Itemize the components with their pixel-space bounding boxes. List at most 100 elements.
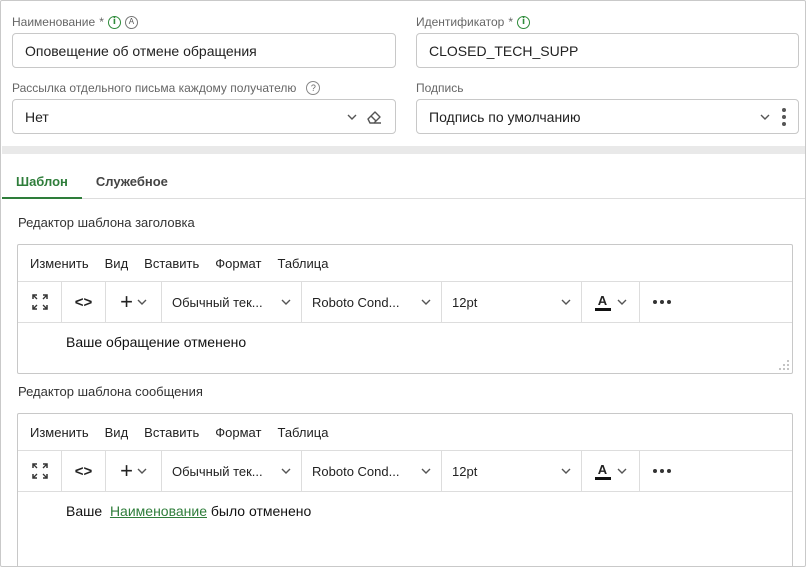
- chevron-down-icon: [561, 468, 571, 474]
- text-color-button[interactable]: A: [582, 282, 640, 322]
- app-window: Наименование * i A Оповещение об отмене …: [0, 0, 806, 567]
- name-input[interactable]: Оповещение об отмене обращения: [12, 33, 396, 68]
- insert-button[interactable]: +: [106, 451, 162, 491]
- required-mark: *: [99, 15, 104, 29]
- tab-template[interactable]: Шаблон: [2, 165, 82, 199]
- paragraph-style-select[interactable]: Обычный тек...: [162, 451, 302, 491]
- chevron-down-icon: [421, 299, 431, 305]
- editor-toolbar: <> + Обычный тек... Roboto Cond... 12pt …: [18, 450, 792, 492]
- code-icon: <>: [74, 462, 93, 480]
- identifier-input[interactable]: CLOSED_TECH_SUPP: [416, 33, 799, 68]
- separate-mail-select[interactable]: Нет: [12, 99, 396, 134]
- fullscreen-icon: [31, 463, 48, 479]
- paragraph-style-value: Обычный тек...: [172, 294, 263, 310]
- font-size-value: 12pt: [452, 294, 478, 310]
- kebab-icon[interactable]: [782, 107, 786, 126]
- font-family-select[interactable]: Roboto Cond...: [302, 451, 442, 491]
- chevron-down-icon: [281, 299, 291, 305]
- message-text-after: было отменено: [210, 503, 312, 519]
- menu-edit[interactable]: Изменить: [22, 425, 97, 440]
- code-icon: <>: [74, 293, 93, 311]
- chevron-down-icon: [137, 299, 147, 305]
- more-button[interactable]: [640, 282, 684, 322]
- text-color-glyph: A: [597, 292, 608, 308]
- source-code-button[interactable]: <>: [62, 282, 106, 322]
- eraser-icon[interactable]: [365, 108, 383, 126]
- header-editor: Изменить Вид Вставить Формат Таблица <> …: [17, 244, 793, 374]
- info-icon[interactable]: i: [107, 15, 121, 29]
- resize-handle-icon[interactable]: [778, 359, 790, 371]
- info-icon[interactable]: i: [517, 15, 531, 29]
- message-text-before: Ваше: [66, 503, 103, 519]
- chevron-down-icon: [617, 468, 626, 474]
- menu-table[interactable]: Таблица: [269, 256, 336, 271]
- name-value: Оповещение об отмене обращения: [25, 42, 257, 59]
- editor-menubar: Изменить Вид Вставить Формат Таблица: [18, 245, 792, 281]
- menu-table[interactable]: Таблица: [269, 425, 336, 440]
- identifier-value: CLOSED_TECH_SUPP: [429, 42, 579, 59]
- menu-view[interactable]: Вид: [97, 256, 137, 271]
- fullscreen-button[interactable]: [18, 282, 62, 322]
- menu-format[interactable]: Формат: [207, 256, 269, 271]
- signature-value: Подпись по умолчанию: [429, 108, 581, 125]
- tab-bar: Шаблон Служебное: [2, 165, 805, 199]
- chevron-down-icon[interactable]: [347, 112, 357, 122]
- signature-select[interactable]: Подпись по умолчанию: [416, 99, 799, 134]
- menu-insert[interactable]: Вставить: [136, 425, 207, 440]
- section-divider: [2, 146, 805, 154]
- font-family-value: Roboto Cond...: [312, 463, 400, 479]
- plus-icon: +: [120, 458, 133, 483]
- identifier-label-text: Идентификатор: [416, 15, 505, 29]
- font-size-select[interactable]: 12pt: [442, 451, 582, 491]
- fullscreen-icon: [31, 294, 48, 310]
- tab-label: Шаблон: [16, 174, 68, 189]
- signature-label: Подпись: [416, 80, 464, 96]
- text-color-glyph: A: [597, 461, 608, 477]
- required-mark: *: [508, 15, 514, 29]
- message-editor-title: Редактор шаблона сообщения: [18, 384, 203, 399]
- insert-button[interactable]: +: [106, 282, 162, 322]
- name-label-text: Наименование: [12, 15, 96, 29]
- name-label: Наименование * i A: [12, 14, 138, 30]
- help-icon[interactable]: ?: [306, 81, 321, 95]
- signature-label-text: Подпись: [416, 81, 464, 95]
- font-family-select[interactable]: Roboto Cond...: [302, 282, 442, 322]
- chevron-down-icon[interactable]: [760, 112, 770, 122]
- more-icon: [653, 469, 671, 473]
- header-editor-content[interactable]: Ваше обращение отменено: [18, 323, 792, 361]
- tab-label: Служебное: [95, 174, 168, 189]
- fullscreen-button[interactable]: [18, 451, 62, 491]
- font-family-value: Roboto Cond...: [312, 294, 400, 310]
- plus-icon: +: [120, 289, 133, 314]
- auto-icon[interactable]: A: [124, 15, 138, 29]
- menu-edit[interactable]: Изменить: [22, 256, 97, 271]
- text-color-icon: A: [594, 292, 611, 311]
- chevron-down-icon: [617, 299, 626, 305]
- paragraph-style-select[interactable]: Обычный тек...: [162, 282, 302, 322]
- header-editor-title: Редактор шаблона заголовка: [18, 215, 195, 230]
- separate-mail-label: Рассылка отдельного письма каждому получ…: [12, 80, 321, 96]
- paragraph-style-value: Обычный тек...: [172, 463, 263, 479]
- separate-mail-value: Нет: [25, 108, 49, 125]
- editor-menubar: Изменить Вид Вставить Формат Таблица: [18, 414, 792, 450]
- chevron-down-icon: [421, 468, 431, 474]
- menu-insert[interactable]: Вставить: [136, 256, 207, 271]
- message-editor-content[interactable]: Ваше Наименование было отменено: [18, 492, 792, 530]
- identifier-label: Идентификатор * i: [416, 14, 531, 30]
- chevron-down-icon: [281, 468, 291, 474]
- tab-service[interactable]: Служебное: [82, 165, 182, 198]
- text-color-button[interactable]: A: [582, 451, 640, 491]
- text-color-icon: A: [594, 461, 611, 480]
- more-button[interactable]: [640, 451, 684, 491]
- message-editor: Изменить Вид Вставить Формат Таблица <> …: [17, 413, 793, 566]
- source-code-button[interactable]: <>: [62, 451, 106, 491]
- chevron-down-icon: [137, 468, 147, 474]
- font-size-value: 12pt: [452, 463, 478, 479]
- menu-view[interactable]: Вид: [97, 425, 137, 440]
- font-size-select[interactable]: 12pt: [442, 282, 582, 322]
- separate-mail-label-text: Рассылка отдельного письма каждому получ…: [12, 81, 297, 95]
- menu-format[interactable]: Формат: [207, 425, 269, 440]
- editor-toolbar: <> + Обычный тек... Roboto Cond... 12pt …: [18, 281, 792, 323]
- name-placeholder-link[interactable]: Наименование: [110, 503, 207, 519]
- header-editor-text: Ваше обращение отменено: [66, 334, 247, 350]
